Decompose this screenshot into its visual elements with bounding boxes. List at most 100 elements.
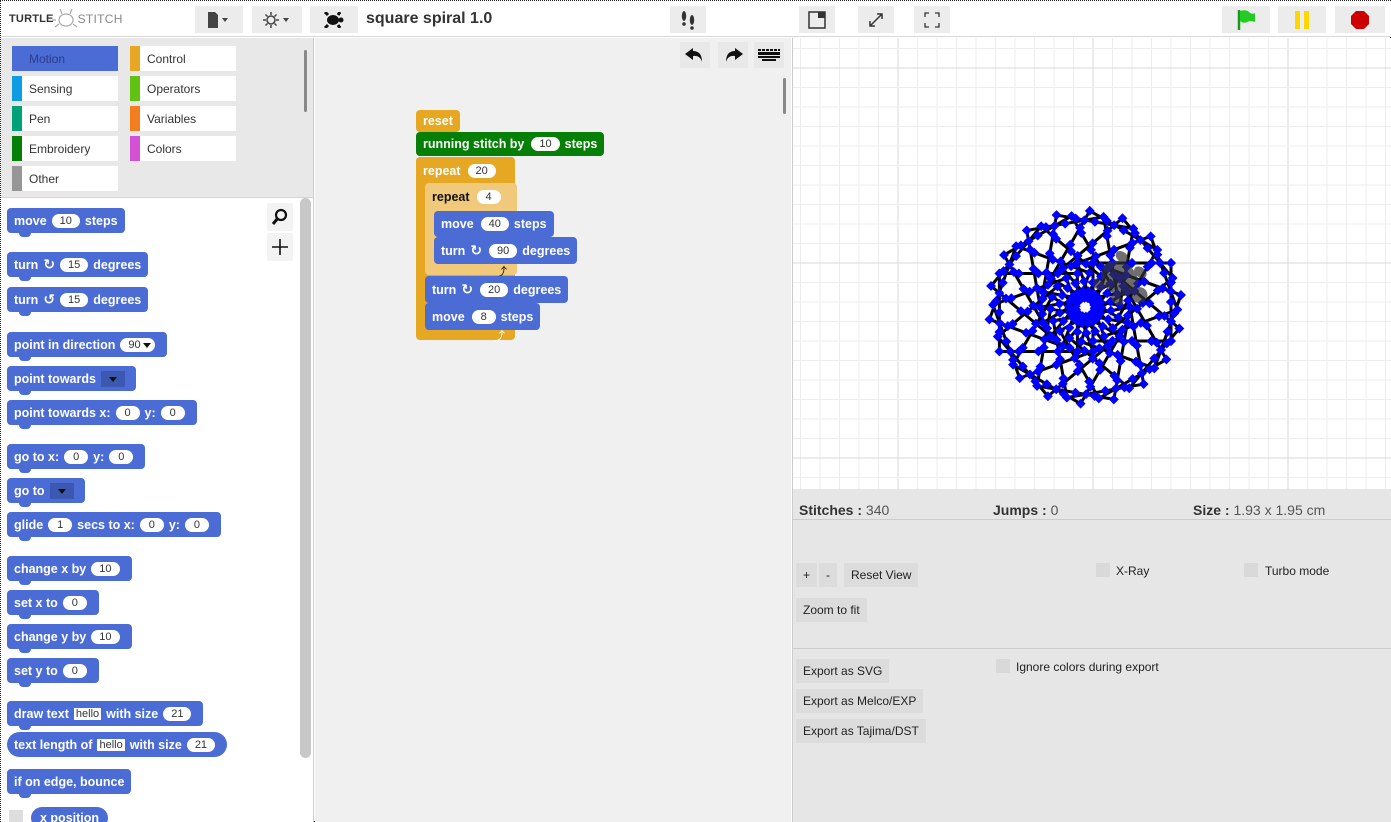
block-turn-counterclockwise[interactable]: turn ↺ 15 degrees — [7, 287, 149, 316]
zoom-in-button[interactable]: + — [796, 563, 818, 587]
value-input[interactable]: 10 — [91, 629, 120, 644]
x-input[interactable]: 0 — [115, 405, 140, 420]
turbo-mode-checkbox[interactable] — [1244, 563, 1258, 577]
repeat-count-input[interactable]: 4 — [476, 190, 501, 204]
script-area[interactable]: reset running stitch by 10 steps repeat … — [315, 38, 791, 822]
block-turn-clockwise[interactable]: turn ↻ 15 degrees — [7, 252, 149, 281]
ignore-colors-label: Ignore colors during export — [1016, 660, 1159, 674]
degrees-input[interactable]: 20 — [480, 282, 509, 297]
repeat-count-input[interactable]: 20 — [467, 164, 496, 178]
redo-button[interactable] — [718, 42, 748, 68]
stage[interactable] — [792, 38, 1391, 489]
category-operators[interactable]: Operators — [130, 76, 236, 101]
block-label: turn — [14, 292, 39, 307]
file-menu-button[interactable] — [195, 6, 243, 33]
category-embroidery[interactable]: Embroidery — [12, 136, 118, 161]
make-block-button[interactable] — [267, 233, 293, 261]
step-button[interactable] — [670, 6, 706, 33]
steps-input[interactable]: 10 — [51, 213, 80, 228]
xray-checkbox[interactable] — [1096, 563, 1110, 577]
block-x-position[interactable]: x position — [31, 807, 109, 822]
zoom-out-button[interactable]: - — [819, 563, 837, 587]
secs-input[interactable]: 1 — [48, 517, 73, 532]
normal-stage-button[interactable] — [799, 6, 835, 33]
target-dropdown[interactable] — [49, 482, 74, 499]
ignore-colors-checkbox[interactable] — [996, 659, 1010, 673]
category-pen[interactable]: Pen — [12, 106, 118, 131]
block-label: point towards x: — [14, 405, 111, 420]
steps-input[interactable]: 8 — [471, 309, 496, 324]
zoom-to-fit-button[interactable]: Zoom to fit — [796, 598, 867, 622]
text-input[interactable]: hello — [97, 738, 125, 751]
direction-dropdown[interactable]: 90 — [120, 337, 155, 352]
degrees-input[interactable]: 15 — [60, 292, 89, 307]
search-blocks-button[interactable] — [267, 203, 293, 231]
category-other[interactable]: Other — [12, 166, 118, 191]
y-input[interactable]: 0 — [160, 405, 185, 420]
settings-menu-button[interactable] — [252, 6, 302, 33]
block-point-towards[interactable]: point towards — [7, 366, 136, 395]
block-point-towards-xy[interactable]: point towards x: 0 y: 0 — [7, 400, 197, 429]
x-input[interactable]: 0 — [139, 517, 164, 532]
block-turn-outer[interactable]: turn ↻ 20 degrees — [425, 276, 569, 303]
degrees-input[interactable]: 15 — [60, 257, 89, 272]
sprite-button[interactable] — [310, 6, 358, 33]
block-label: turn — [432, 282, 457, 297]
stop-button[interactable] — [1335, 6, 1385, 33]
steps-input[interactable]: 40 — [480, 217, 509, 231]
block-move-steps[interactable]: move 10 steps — [7, 208, 125, 237]
x-input[interactable]: 0 — [64, 449, 89, 464]
keyboard-entry-button[interactable] — [754, 42, 784, 68]
stage-zoom-button[interactable] — [858, 6, 894, 33]
stitch-length-input[interactable]: 10 — [531, 137, 560, 151]
block-glide[interactable]: glide 1 secs to x: 0 y: 0 — [7, 512, 221, 541]
category-motion[interactable]: Motion — [12, 46, 118, 71]
export-tajima-dst-button[interactable]: Export as Tajima/DST — [796, 719, 926, 743]
stage-canvas[interactable] — [793, 38, 1391, 489]
category-control[interactable]: Control — [130, 46, 236, 71]
category-variables[interactable]: Variables — [130, 106, 236, 131]
export-svg-button[interactable]: Export as SVG — [796, 659, 890, 683]
category-sensing[interactable]: Sensing — [12, 76, 118, 101]
reset-view-button[interactable]: Reset View — [844, 563, 919, 587]
fullscreen-button[interactable] — [914, 6, 950, 33]
block-move-inner[interactable]: move 40 steps — [434, 211, 554, 237]
file-icon — [208, 11, 228, 28]
block-if-on-edge-bounce[interactable]: if on edge, bounce — [7, 769, 132, 798]
block-change-x[interactable]: change x by 10 — [7, 556, 132, 585]
y-input[interactable]: 0 — [109, 449, 134, 464]
degrees-input[interactable]: 90 — [489, 243, 518, 258]
run-button[interactable] — [1222, 6, 1270, 33]
block-draw-text[interactable]: draw text hello with size 21 — [7, 701, 204, 730]
x-position-watcher-checkbox[interactable] — [9, 810, 23, 822]
value-input[interactable]: 10 — [91, 561, 120, 576]
pause-button[interactable] — [1278, 6, 1326, 33]
block-turn-inner[interactable]: turn ↻ 90 degrees — [434, 237, 578, 264]
value-input[interactable]: 0 — [62, 663, 87, 678]
size-input[interactable]: 21 — [186, 737, 216, 752]
category-scrollbar[interactable] — [304, 50, 307, 112]
category-colors[interactable]: Colors — [130, 136, 236, 161]
block-go-to-xy[interactable]: go to x: 0 y: 0 — [7, 444, 146, 473]
text-input[interactable]: hello — [73, 707, 102, 720]
y-input[interactable]: 0 — [184, 517, 209, 532]
block-point-in-direction[interactable]: point in direction 90 — [7, 332, 167, 361]
category-label: Other — [29, 171, 60, 186]
category-label: Colors — [147, 141, 182, 156]
block-go-to[interactable]: go to — [7, 478, 85, 507]
block-set-x[interactable]: set x to 0 — [7, 590, 99, 619]
stitch-point — [1166, 258, 1176, 268]
block-text-length[interactable]: text length of hello with size 21 — [7, 732, 228, 757]
block-move-outer[interactable]: move 8 steps — [425, 303, 541, 330]
block-change-y[interactable]: change y by 10 — [7, 624, 132, 653]
script-scrollbar[interactable] — [783, 78, 786, 114]
export-melco-exp-button[interactable]: Export as Melco/EXP — [796, 689, 924, 713]
value-input[interactable]: 0 — [62, 595, 87, 610]
block-set-y[interactable]: set y to 0 — [7, 658, 99, 687]
target-dropdown[interactable] — [100, 370, 125, 387]
block-reset[interactable]: reset — [416, 110, 460, 132]
size-input[interactable]: 21 — [163, 706, 192, 721]
undo-button[interactable] — [680, 42, 710, 68]
block-running-stitch[interactable]: running stitch by 10 steps — [416, 132, 605, 156]
palette-scrollbar[interactable] — [300, 198, 311, 758]
